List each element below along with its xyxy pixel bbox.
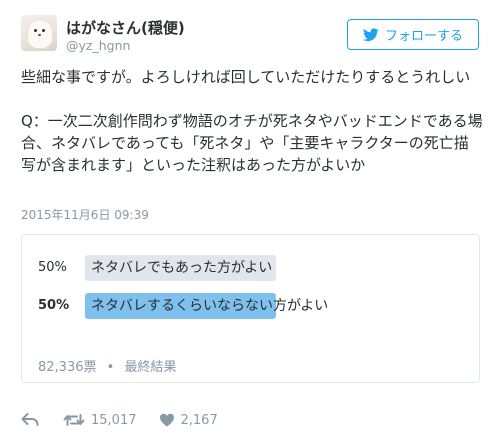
retweet-count: 15,017 [91, 412, 137, 428]
poll-meta: 82,336票 • 最終結果 [38, 356, 176, 375]
avatar[interactable] [21, 15, 57, 51]
tweet-paragraph-2: Q：一次二次創作問わず物語のオチが死ネタやバッドエンドである場合、ネタバレであっ… [21, 112, 483, 174]
like-button[interactable]: 2,167 [159, 413, 218, 428]
poll-status: 最終結果 [124, 360, 177, 375]
avatar-eye-right [42, 29, 45, 32]
poll-option-2: 50% ネタバレするくらいならない方がよい [22, 293, 479, 319]
poll-card: 50% ネタバレでもあった方がよい 50% ネタバレするくらいならない方がよい … [21, 234, 480, 383]
follow-button[interactable]: フォローする [347, 19, 479, 50]
poll-vote-count: 82,336票 [38, 360, 97, 375]
poll-option-1-percent: 50% [38, 260, 67, 275]
follow-button-label: フォローする [384, 29, 463, 44]
tweet-paragraph-1: 些細な事ですが。よろしければ回していただけたりするとうれしい [21, 68, 471, 86]
heart-icon [159, 413, 174, 427]
tweet-text: 些細な事ですが。よろしければ回していただけたりするとうれしい Q：一次二次創作問… [21, 66, 483, 176]
poll-separator: • [106, 360, 115, 375]
tweet-actions: 15,017 2,167 [21, 410, 218, 430]
retweet-button[interactable]: 15,017 [63, 413, 137, 428]
avatar-eye-left [34, 29, 37, 32]
reply-button[interactable] [21, 413, 39, 427]
tweet-card: はがなさん(穏便) @yz_hgnn フォローする 些細な事ですが。よろしければ… [0, 0, 503, 447]
timestamp[interactable]: 2015年11月6日 09:39 [21, 206, 149, 223]
poll-option-2-percent: 50% [38, 298, 70, 313]
user-handle[interactable]: @yz_hgnn [66, 38, 130, 53]
like-count: 2,167 [180, 412, 218, 428]
poll-option-1-label: ネタバレでもあった方がよい [91, 260, 273, 276]
retweet-icon [63, 414, 85, 426]
twitter-bird-icon [362, 27, 379, 41]
user-name[interactable]: はがなさん(穏便) [66, 17, 185, 38]
poll-option-1: 50% ネタバレでもあった方がよい [22, 255, 479, 281]
reply-icon [21, 413, 39, 426]
poll-option-2-label: ネタバレするくらいならない方がよい [91, 298, 329, 314]
avatar-nose [38, 34, 41, 36]
